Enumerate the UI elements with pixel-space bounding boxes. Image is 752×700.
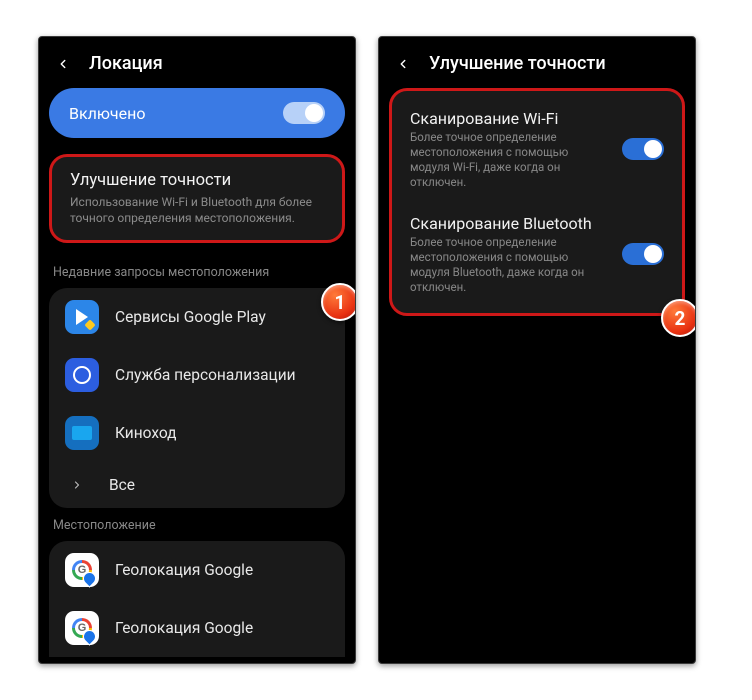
recent-apps-list: Сервисы Google Play Служба персонализаци… — [49, 288, 345, 508]
step-badge-1: 1 — [321, 283, 356, 321]
app-name: Геолокация Google — [115, 561, 253, 579]
header: Улучшение точности — [379, 37, 695, 88]
page-title: Улучшение точности — [429, 53, 606, 74]
all-apps-row[interactable]: Все — [49, 462, 345, 508]
bluetooth-scanning-switch[interactable] — [622, 243, 664, 265]
kinohod-icon — [65, 416, 99, 450]
wifi-scanning-title: Сканирование Wi-Fi — [410, 109, 610, 128]
app-name: Сервисы Google Play — [115, 308, 266, 326]
bluetooth-scanning-desc: Более точное определение местоположения … — [410, 235, 610, 295]
personalization-service-icon — [65, 358, 99, 392]
wifi-scanning-row[interactable]: Сканирование Wi-Fi Более точное определе… — [396, 97, 678, 202]
page-title: Локация — [89, 53, 163, 74]
chevron-right-icon — [71, 479, 83, 491]
google-geolocation-icon — [65, 553, 99, 587]
google-play-services-icon — [65, 300, 99, 334]
phone-screen-accuracy: Улучшение точности Сканирование Wi-Fi Бо… — [378, 36, 696, 664]
location-section-label: Местоположение — [39, 508, 355, 541]
location-services-list: Геолокация Google Геолокация Google — [49, 541, 345, 657]
list-item[interactable]: Киноход — [49, 404, 345, 462]
all-label: Все — [109, 476, 135, 494]
phone-screen-location: Локация Включено Улучшение точности Испо… — [38, 36, 356, 664]
bluetooth-scanning-row[interactable]: Сканирование Bluetooth Более точное опре… — [396, 202, 678, 307]
wifi-scanning-desc: Более точное определение местоположения … — [410, 130, 610, 190]
accuracy-improvement-card[interactable]: Улучшение точности Использование Wi-Fi и… — [49, 154, 345, 243]
master-toggle-switch[interactable] — [283, 102, 325, 124]
wifi-scanning-switch[interactable] — [622, 138, 664, 160]
header: Локация — [39, 37, 355, 88]
accuracy-title: Улучшение точности — [70, 171, 324, 190]
list-item[interactable]: Служба персонализации — [49, 346, 345, 404]
master-toggle-row[interactable]: Включено — [49, 88, 345, 138]
list-item[interactable]: Геолокация Google — [49, 541, 345, 599]
scanning-options-card: Сканирование Wi-Fi Более точное определе… — [389, 88, 685, 316]
list-item[interactable]: Сервисы Google Play — [49, 288, 345, 346]
step-badge-2: 2 — [661, 299, 696, 337]
app-name: Геолокация Google — [115, 619, 253, 637]
recent-requests-label: Недавние запросы местоположения — [39, 255, 355, 288]
master-toggle-label: Включено — [69, 104, 145, 123]
app-name: Киноход — [115, 424, 177, 442]
accuracy-desc: Использование Wi-Fi и Bluetooth для боле… — [70, 194, 324, 226]
back-icon[interactable] — [53, 54, 73, 74]
back-icon[interactable] — [393, 54, 413, 74]
app-name: Служба персонализации — [115, 366, 296, 384]
bluetooth-scanning-title: Сканирование Bluetooth — [410, 214, 610, 233]
google-geolocation-icon — [65, 611, 99, 645]
list-item[interactable]: Геолокация Google — [49, 599, 345, 657]
